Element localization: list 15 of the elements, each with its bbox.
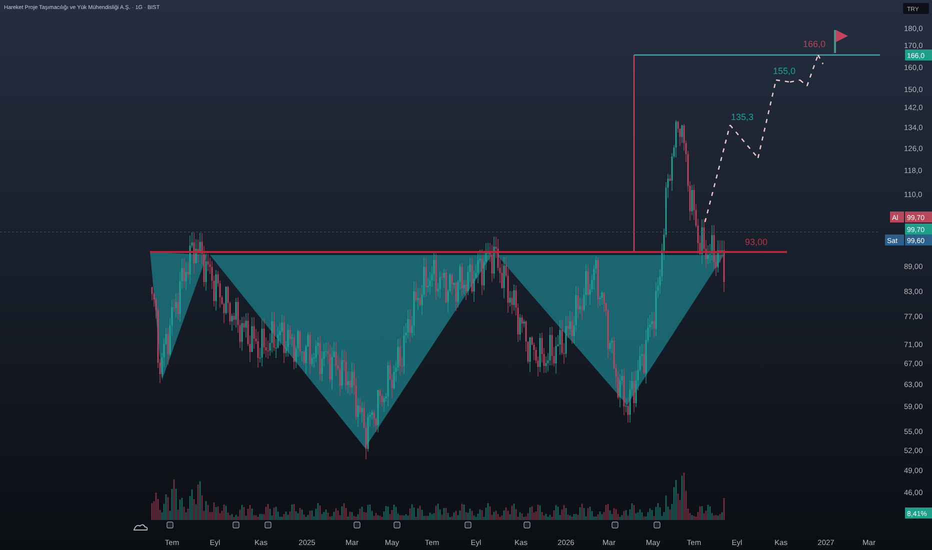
event-marker-icon — [264, 522, 272, 528]
event-marker-icon — [354, 522, 360, 528]
event-marker-icon — [232, 522, 240, 528]
event-marker-icon — [524, 522, 530, 528]
event-marker-icon — [166, 522, 174, 528]
event-marker-icon — [654, 522, 660, 528]
event-marker-icon — [394, 522, 400, 528]
price-label: 135,3 — [731, 112, 754, 122]
price-label: 155,0 — [773, 66, 796, 76]
event-marker-icon — [464, 522, 472, 528]
event-marker-icon — [612, 522, 618, 528]
flag-icon — [834, 30, 848, 53]
price-label: 93,00 — [745, 237, 768, 247]
price-label: 166,0 — [803, 39, 826, 49]
logo-icon — [134, 524, 148, 530]
